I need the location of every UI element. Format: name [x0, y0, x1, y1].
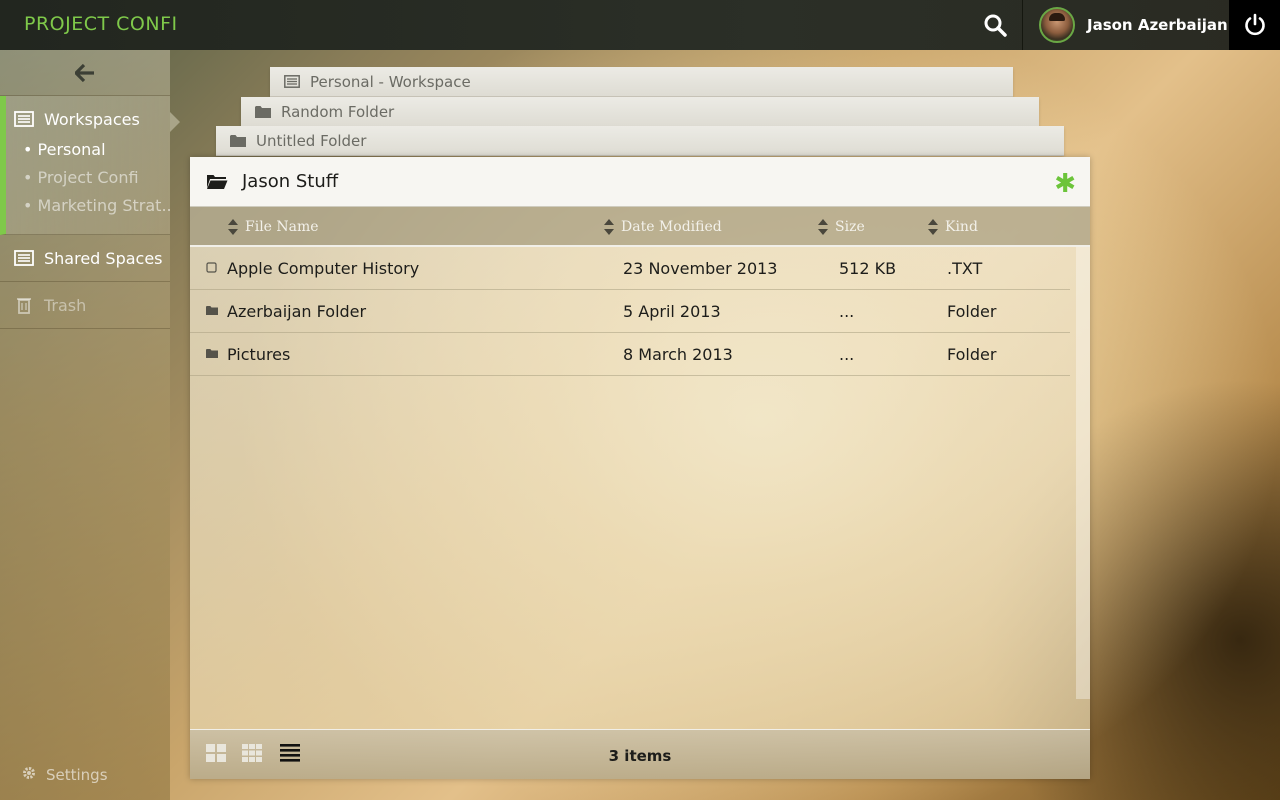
settings-link[interactable]: Settings — [22, 766, 108, 784]
nav-shared-spaces: Shared Spaces — [0, 235, 170, 282]
list-icon — [14, 250, 34, 266]
file-date: 23 November 2013 — [623, 259, 778, 278]
nav-trash-label: Trash — [44, 295, 87, 315]
workspace-item-marketing[interactable]: • Marketing Strat... — [23, 192, 170, 220]
column-header-label: Kind — [945, 219, 978, 235]
column-header-file-name[interactable]: File Name — [228, 207, 319, 247]
stack-tab-personal-workspace[interactable]: Personal - Workspace — [270, 67, 1013, 97]
table-row[interactable]: Azerbaijan Folder 5 April 2013 ... Folde… — [190, 290, 1070, 333]
folder-panel: Jason Stuff ✱ File Name Date Modified Si… — [190, 157, 1090, 779]
column-header-label: Date Modified — [621, 219, 722, 235]
app-brand: PROJECT CONFI — [24, 13, 178, 35]
power-icon — [1244, 13, 1265, 36]
stack-tab-random-folder[interactable]: Random Folder — [241, 97, 1039, 127]
file-icon — [206, 262, 217, 273]
folder-open-icon — [206, 173, 228, 190]
nav-workspaces-label: Workspaces — [44, 109, 140, 129]
user-menu[interactable]: Jason Azerbaijan — [1022, 0, 1228, 50]
nav-workspaces: Workspaces • Personal • Project Confi • … — [0, 96, 180, 235]
column-header-label: File Name — [245, 219, 319, 235]
stack-tab-label: Random Folder — [281, 102, 395, 121]
file-date: 8 March 2013 — [623, 345, 733, 364]
search-icon — [984, 14, 1007, 37]
sort-icon — [818, 219, 828, 235]
sort-icon — [928, 219, 938, 235]
workspace-item-project-confi[interactable]: • Project Confi — [23, 164, 170, 192]
table-header: File Name Date Modified Size Kind — [190, 207, 1090, 247]
list-icon — [284, 75, 300, 88]
sort-icon — [604, 219, 614, 235]
panel-footer: 3 items — [190, 729, 1090, 779]
panel-header: Jason Stuff ✱ — [190, 157, 1090, 207]
file-name: Apple Computer History — [227, 259, 420, 278]
list-icon — [14, 111, 34, 127]
sidebar: Workspaces • Personal • Project Confi • … — [0, 50, 180, 800]
column-header-size[interactable]: Size — [818, 207, 865, 247]
top-bar: PROJECT CONFI Jason Azerbaijan — [0, 0, 1280, 50]
user-name: Jason Azerbaijan — [1087, 16, 1228, 34]
column-header-label: Size — [835, 219, 865, 235]
back-button[interactable] — [0, 50, 170, 96]
table-row[interactable]: Apple Computer History 23 November 2013 … — [190, 247, 1070, 290]
item-count: 3 items — [608, 747, 672, 765]
settings-label: Settings — [46, 766, 108, 784]
trash-icon — [14, 296, 34, 314]
file-kind: .TXT — [947, 259, 983, 278]
nav-trash-header[interactable]: Trash — [0, 282, 170, 328]
stack-tab-label: Untitled Folder — [256, 131, 367, 150]
search-button[interactable] — [975, 5, 1015, 45]
column-header-date-modified[interactable]: Date Modified — [604, 207, 722, 247]
column-header-kind[interactable]: Kind — [928, 207, 978, 247]
file-name: Pictures — [227, 345, 291, 364]
nav-trash: Trash — [0, 282, 170, 329]
file-list: Apple Computer History 23 November 2013 … — [190, 247, 1090, 729]
folder-icon — [206, 348, 218, 358]
folder-icon — [206, 305, 218, 315]
workspace-item-personal[interactable]: • Personal — [23, 136, 170, 164]
asterisk-button[interactable]: ✱ — [1054, 170, 1076, 196]
folder-icon — [230, 134, 246, 147]
nav-shared-spaces-label: Shared Spaces — [44, 248, 163, 268]
file-date: 5 April 2013 — [623, 302, 721, 321]
arrow-left-icon — [75, 63, 94, 82]
file-size: ... — [839, 302, 855, 321]
page-title: Jason Stuff — [242, 171, 339, 192]
file-size: ... — [839, 345, 855, 364]
file-name: Azerbaijan Folder — [227, 302, 367, 321]
nav-shared-spaces-header[interactable]: Shared Spaces — [0, 235, 170, 281]
scrollbar[interactable] — [1076, 247, 1090, 699]
workspace-list: • Personal • Project Confi • Marketing S… — [6, 136, 170, 234]
file-kind: Folder — [947, 302, 997, 321]
gear-icon — [22, 766, 36, 784]
logout-button[interactable] — [1229, 0, 1280, 50]
file-size: 512 KB — [839, 259, 897, 278]
sort-icon — [228, 219, 238, 235]
table-row[interactable]: Pictures 8 March 2013 ... Folder — [190, 333, 1070, 376]
file-kind: Folder — [947, 345, 997, 364]
stack-tab-label: Personal - Workspace — [310, 72, 471, 91]
stack-tab-untitled-folder[interactable]: Untitled Folder — [216, 126, 1064, 156]
avatar — [1039, 7, 1075, 43]
folder-icon — [255, 105, 271, 118]
